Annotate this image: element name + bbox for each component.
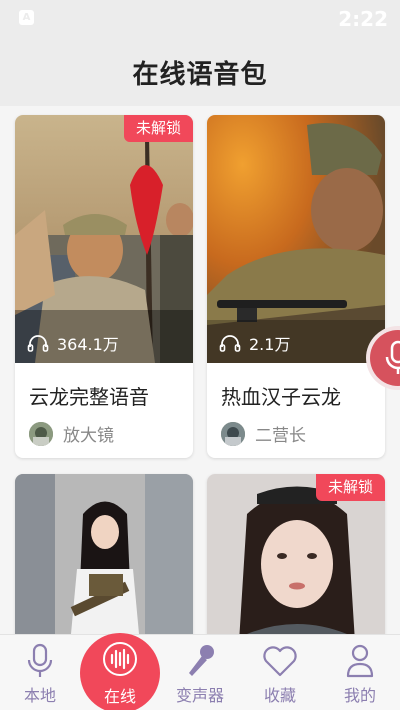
tab-label: 收藏 xyxy=(263,686,296,705)
avatar xyxy=(29,421,53,446)
tab-favorites[interactable]: 收藏 xyxy=(240,635,320,710)
tab-local[interactable]: 本地 xyxy=(0,635,80,710)
card-cover-image xyxy=(15,474,193,634)
card-cover-image xyxy=(207,115,385,363)
play-count-text: 2.1万 xyxy=(249,335,291,354)
voice-pack-grid: 未解锁 364.1万 云龙完整语音 放大镜 2.1万 热血汉子云龙 二营长 未解… xyxy=(0,106,400,634)
play-count: 364.1万 xyxy=(27,331,119,355)
headphones-icon xyxy=(219,335,241,352)
headphones-icon xyxy=(27,335,49,352)
author-row: 放大镜 xyxy=(29,421,114,446)
bottom-tab-bar: 本地 在线 变声器 收藏 我的 xyxy=(0,633,400,710)
status-time: 2:22 xyxy=(338,7,388,31)
author-row: 二营长 xyxy=(221,421,306,446)
tab-label: 本地 xyxy=(23,686,56,705)
tab-online[interactable]: 在线 xyxy=(80,633,160,710)
microphone-icon xyxy=(385,340,400,374)
status-bar: A 2:22 xyxy=(0,0,400,36)
voice-pack-name: 云龙完整语音 xyxy=(29,385,149,409)
karaoke-mic-icon xyxy=(189,645,214,676)
avatar xyxy=(221,421,245,446)
microphone-icon xyxy=(27,643,53,677)
page-header: 在线语音包 xyxy=(0,36,400,106)
tab-label: 在线 xyxy=(103,687,136,706)
app-notification-icon: A xyxy=(19,10,34,25)
tab-label: 我的 xyxy=(343,686,376,705)
heart-icon xyxy=(263,646,297,677)
voice-pack-card[interactable]: 未解锁 xyxy=(207,474,385,634)
waveform-icon xyxy=(103,642,137,676)
voice-pack-card[interactable]: 未解锁 364.1万 云龙完整语音 放大镜 xyxy=(15,115,193,458)
voice-pack-name: 热血汉子云龙 xyxy=(221,385,341,409)
play-count: 2.1万 xyxy=(219,331,290,355)
page-title: 在线语音包 xyxy=(132,60,268,90)
card-cover-image xyxy=(15,115,193,363)
locked-badge: 未解锁 xyxy=(315,474,385,501)
voice-pack-card[interactable]: 2.1万 热血汉子云龙 二营长 xyxy=(207,115,385,458)
person-icon xyxy=(346,644,374,678)
author-name: 放大镜 xyxy=(63,426,114,446)
locked-badge: 未解锁 xyxy=(123,115,193,142)
floating-record-button[interactable] xyxy=(366,326,400,390)
author-name: 二营长 xyxy=(255,426,306,446)
tab-label: 变声器 xyxy=(175,686,224,705)
tab-profile[interactable]: 我的 xyxy=(320,635,400,710)
play-count-text: 364.1万 xyxy=(57,335,119,354)
voice-pack-card[interactable] xyxy=(15,474,193,634)
tab-voice-changer[interactable]: 变声器 xyxy=(160,635,240,710)
